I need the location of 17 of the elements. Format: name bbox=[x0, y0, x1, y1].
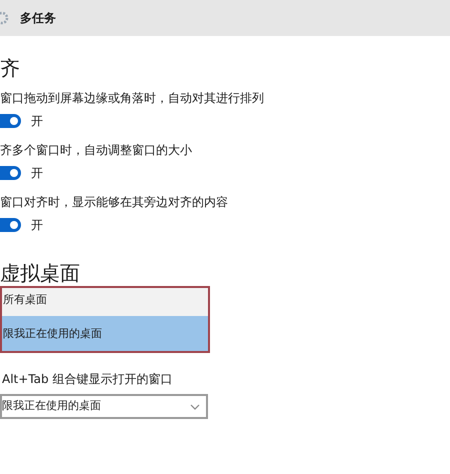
dropdown-option[interactable]: 限我正在使用的桌面 bbox=[2, 316, 208, 351]
section-heading: 虚拟桌面 bbox=[0, 260, 81, 286]
toggle-switch[interactable] bbox=[0, 114, 21, 128]
toggle-switch[interactable] bbox=[0, 218, 21, 232]
setting-label: Alt+Tab 组合键显示打开的窗口 bbox=[2, 371, 174, 387]
chevron-down-icon bbox=[190, 404, 200, 410]
gear-icon bbox=[0, 10, 10, 26]
toggle-state: 开 bbox=[31, 113, 43, 130]
setting-label: 窗口拖动到屏幕边缘或角落时，自动对其进行排列 bbox=[0, 90, 265, 106]
dropdown-field[interactable]: 限我正在使用的桌面 bbox=[0, 394, 208, 419]
toggle-switch[interactable] bbox=[0, 166, 21, 180]
setting-label: 齐多个窗口时，自动调整窗口的大小 bbox=[0, 142, 193, 158]
page-title: 多任务 bbox=[20, 10, 56, 27]
section-heading: 齐 bbox=[0, 55, 21, 82]
toggle-state: 开 bbox=[31, 165, 43, 182]
toggle-state: 开 bbox=[31, 217, 43, 234]
setting-label: 窗口对齐时，显示能够在其旁边对齐的内容 bbox=[0, 194, 229, 210]
